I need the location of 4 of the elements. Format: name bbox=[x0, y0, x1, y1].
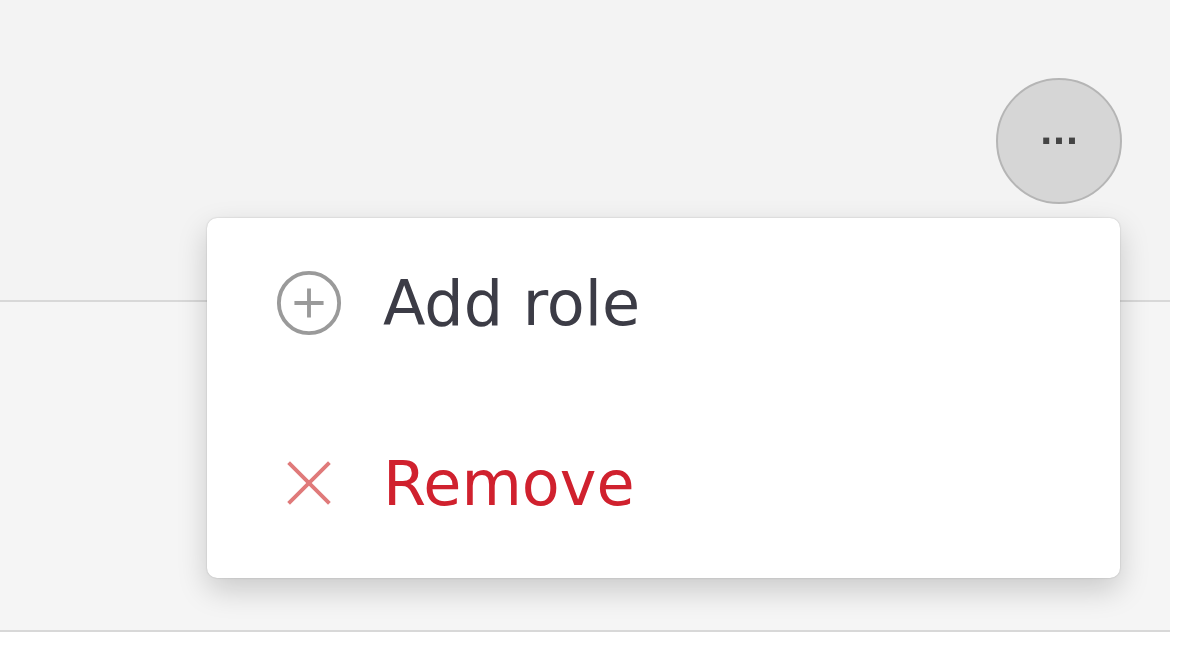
plus-circle-icon bbox=[275, 269, 343, 337]
more-button[interactable]: ··· bbox=[996, 78, 1122, 204]
menu-item[interactable]: Remove bbox=[275, 438, 1120, 528]
menu-item[interactable]: Add role bbox=[275, 258, 1120, 348]
